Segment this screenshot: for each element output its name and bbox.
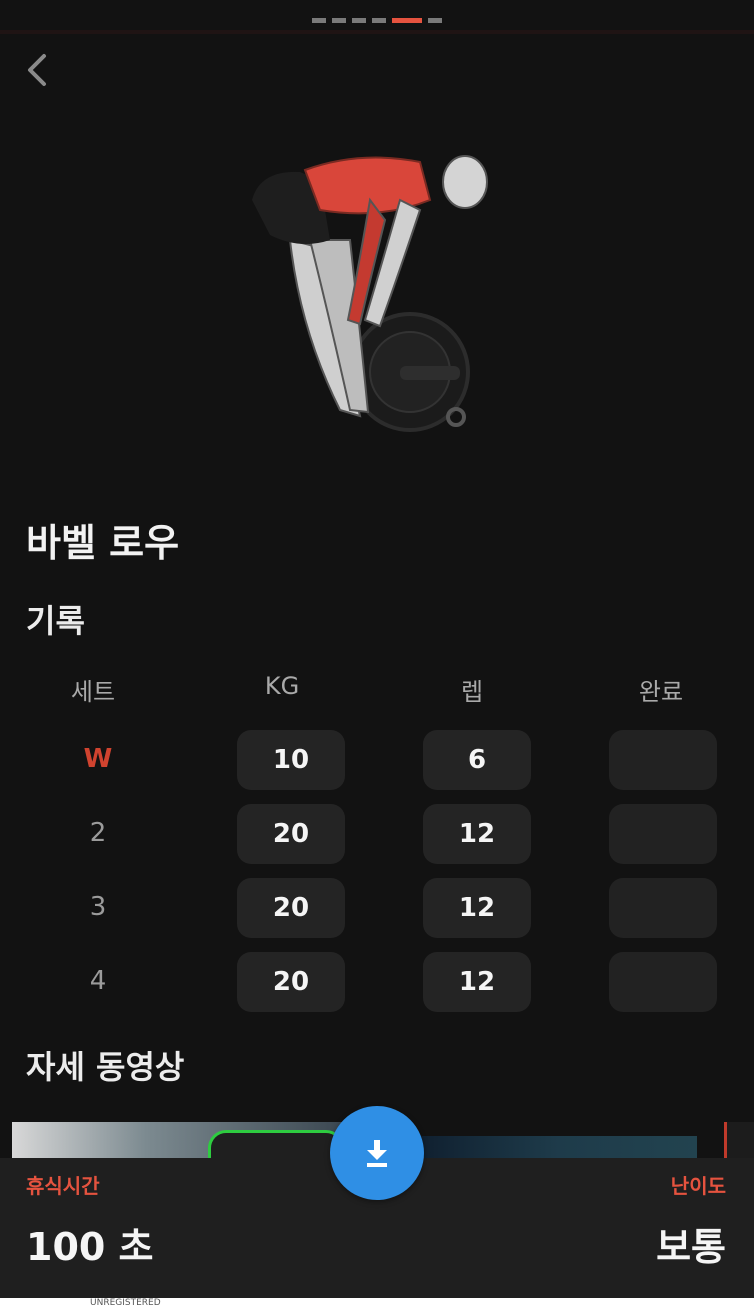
difficulty-label: 난이도 <box>670 1174 726 1198</box>
done-toggle[interactable] <box>609 804 717 864</box>
page-dot[interactable] <box>312 18 326 23</box>
kg-input[interactable]: 20 <box>237 952 345 1012</box>
done-toggle[interactable] <box>609 878 717 938</box>
exercise-illustration <box>252 155 488 432</box>
rest-time-value[interactable]: 100 초 <box>26 1216 154 1271</box>
rep-input[interactable]: 12 <box>423 878 531 938</box>
page-dot-active[interactable] <box>392 18 422 23</box>
table-row: W 10 6 <box>0 730 754 790</box>
exercise-title: 바벨 로우 <box>26 521 180 565</box>
back-button[interactable] <box>20 50 56 90</box>
download-button[interactable] <box>330 1106 424 1200</box>
top-divider <box>0 30 754 34</box>
set-number: 2 <box>89 818 107 848</box>
video-section-title: 자세 동영상 <box>26 1048 185 1086</box>
table-row: 4 20 12 <box>0 952 754 1012</box>
rep-input[interactable]: 12 <box>423 952 531 1012</box>
table-row: 3 20 12 <box>0 878 754 938</box>
header-set: 세트 <box>70 678 116 706</box>
video-thumbnail[interactable] <box>724 1122 754 1160</box>
rep-input[interactable]: 6 <box>423 730 531 790</box>
set-number-warmup: W <box>83 744 113 774</box>
set-number: 3 <box>89 892 107 922</box>
chevron-left-icon <box>28 54 46 86</box>
done-toggle[interactable] <box>609 730 717 790</box>
page-indicator <box>0 18 754 23</box>
page-dot[interactable] <box>372 18 386 23</box>
header-done: 완료 <box>638 678 684 706</box>
video-thumbnail[interactable] <box>12 1122 347 1163</box>
kg-input[interactable]: 20 <box>237 804 345 864</box>
rep-input[interactable]: 12 <box>423 804 531 864</box>
footer-text: UNREGISTERED <box>90 1298 161 1308</box>
download-icon <box>367 1140 387 1167</box>
set-number: 4 <box>89 966 107 996</box>
page-dot[interactable] <box>352 18 366 23</box>
header-kg: KG <box>264 672 300 700</box>
page-dot[interactable] <box>332 18 346 23</box>
exercise-detail-page: 바벨 로우 기록 세트 KG 렙 완료 W 10 6 2 20 12 3 20 … <box>0 0 754 1311</box>
record-section-title: 기록 <box>26 602 85 640</box>
done-toggle[interactable] <box>609 952 717 1012</box>
header-rep: 렙 <box>460 678 484 706</box>
rest-time-label: 휴식시간 <box>26 1174 100 1198</box>
footer-strip: UNREGISTERED <box>0 1298 754 1311</box>
difficulty-value[interactable]: 보통 <box>656 1216 726 1271</box>
page-dot[interactable] <box>428 18 442 23</box>
video-thumbnail[interactable] <box>420 1136 697 1160</box>
kg-input[interactable]: 20 <box>237 878 345 938</box>
kg-input[interactable]: 10 <box>237 730 345 790</box>
record-table-header: 세트 KG 렙 완료 <box>0 672 754 712</box>
table-row: 2 20 12 <box>0 804 754 864</box>
